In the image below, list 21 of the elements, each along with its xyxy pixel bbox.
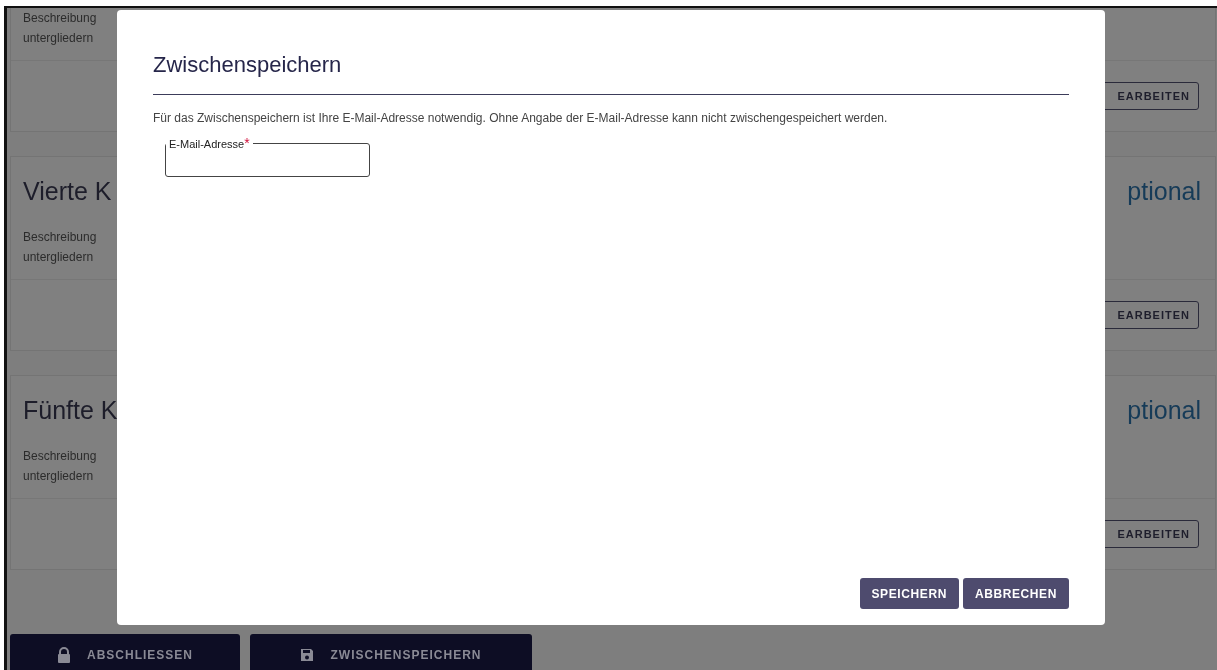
dialog-message: Für das Zwischenspeichern ist Ihre E-Mail-Adresse notwendig. Ohne Angabe der E-Mail-Adresse kann nicht zwischengespeichert werden. bbox=[153, 111, 889, 125]
optional-label: ptional bbox=[1127, 395, 1201, 426]
field-label: E-Mail-Adresse bbox=[169, 138, 245, 150]
section-description: untergliedern bbox=[23, 468, 95, 485]
save-dialog-button[interactable]: SPEICHERN bbox=[859, 578, 959, 609]
save-button[interactable]: ZWISCHENSPEICHERN bbox=[250, 634, 532, 670]
section-description: Beschreibung bbox=[23, 448, 98, 465]
section-description: Beschreibung bbox=[23, 10, 97, 27]
section-description: untergliedern bbox=[23, 249, 95, 266]
lock-icon bbox=[57, 647, 71, 663]
dialog-title: Zwischenspeichern bbox=[153, 52, 1069, 95]
cancel-button[interactable]: ABBRECHEN bbox=[962, 578, 1069, 609]
section-description: Beschreibung bbox=[23, 229, 98, 246]
required-mark: * bbox=[244, 135, 250, 151]
finish-button[interactable]: ABSCHLIESSEN bbox=[10, 634, 240, 670]
optional-label: ptional bbox=[1127, 176, 1201, 207]
save-icon bbox=[300, 648, 315, 662]
section-title: Fünfte K bbox=[23, 395, 118, 426]
email-field[interactable]: E-Mail-Adresse* bbox=[165, 135, 370, 177]
section-title: Vierte K bbox=[23, 176, 112, 207]
section-description: untergliedern bbox=[23, 30, 95, 47]
